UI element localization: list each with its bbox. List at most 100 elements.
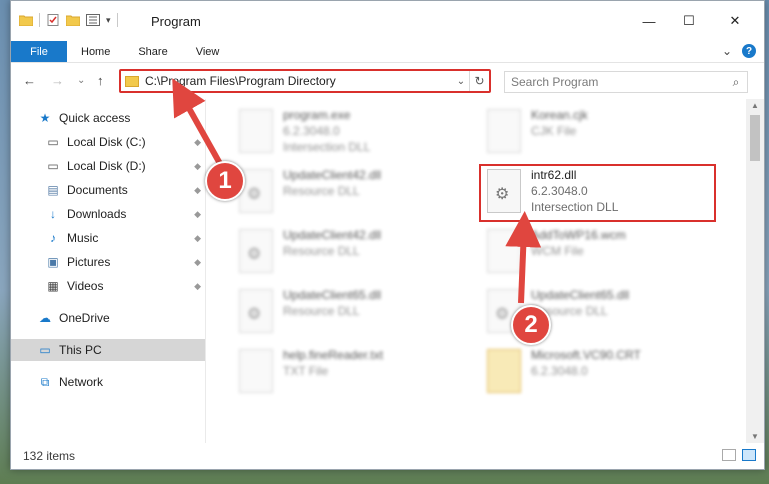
star-icon: ★ bbox=[39, 111, 51, 125]
sidebar-item-label: Network bbox=[59, 375, 104, 389]
chevron-down-icon[interactable]: ⌄ bbox=[453, 76, 469, 87]
file-name: help.fineReader.txt bbox=[283, 348, 384, 362]
pin-icon: ◆ bbox=[194, 256, 201, 267]
file-item[interactable]: AddToWP16.wcm WCM File bbox=[481, 225, 711, 283]
file-icon bbox=[487, 229, 521, 273]
address-path[interactable]: C:\Program Files\Program Directory bbox=[145, 74, 453, 88]
sidebar-item-videos[interactable]: ▦ Videos ◆ bbox=[11, 275, 205, 297]
help-icon[interactable]: ? bbox=[742, 44, 756, 58]
sidebar-item-label: Pictures bbox=[67, 255, 111, 269]
search-input[interactable] bbox=[511, 75, 725, 89]
file-item[interactable]: Microsoft.VC90.CRT 6.2.3048.0 bbox=[481, 345, 711, 403]
minimize-button[interactable]: — bbox=[629, 9, 669, 33]
folder-icon bbox=[487, 349, 521, 393]
tab-view[interactable]: View bbox=[182, 41, 234, 62]
sidebar-item-local-disk-c[interactable]: ▭ Local Disk (C:) ◆ bbox=[11, 131, 205, 153]
tab-file[interactable]: File bbox=[11, 41, 67, 62]
sidebar-item-documents[interactable]: ▤ Documents ◆ bbox=[11, 179, 205, 201]
pictures-icon: ▣ bbox=[47, 255, 59, 269]
pin-icon: ◆ bbox=[194, 232, 201, 243]
scroll-down-icon[interactable]: ▼ bbox=[751, 432, 759, 441]
pin-icon: ◆ bbox=[194, 136, 201, 147]
details-view-icon[interactable] bbox=[722, 449, 736, 461]
divider bbox=[116, 13, 118, 27]
pin-icon: ◆ bbox=[194, 184, 201, 195]
sidebar-item-label: Local Disk (D:) bbox=[67, 159, 146, 173]
gear-icon: ⚙ bbox=[247, 246, 262, 263]
file-name: program.exe bbox=[283, 108, 351, 122]
item-count: 132 items bbox=[23, 449, 76, 463]
folder-icon[interactable] bbox=[19, 14, 33, 26]
status-bar: 132 items bbox=[11, 443, 764, 469]
file-list: program.exe 6.2.3048.0 Intersection DLL … bbox=[207, 99, 742, 443]
recent-locations-icon[interactable]: ⌄ bbox=[77, 75, 85, 86]
file-item[interactable]: ⚙ UpdateClient42.dll Resource DLL bbox=[233, 225, 463, 283]
download-icon: ↓ bbox=[50, 207, 56, 221]
file-name: Microsoft.VC90.CRT bbox=[531, 348, 641, 362]
exe-file-icon bbox=[239, 109, 273, 153]
sidebar-item-pictures[interactable]: ▣ Pictures ◆ bbox=[11, 251, 205, 273]
pin-icon: ◆ bbox=[194, 208, 201, 219]
new-folder-icon[interactable] bbox=[66, 14, 80, 26]
file-name: UpdateClient65.dll bbox=[283, 288, 382, 302]
divider bbox=[39, 13, 40, 27]
close-button[interactable]: ✕ bbox=[715, 9, 755, 33]
sidebar-item-label: Quick access bbox=[59, 111, 131, 125]
search-box[interactable]: ⌕ bbox=[504, 71, 748, 93]
text-file-icon bbox=[239, 349, 273, 393]
sidebar-item-onedrive[interactable]: ☁ OneDrive bbox=[11, 307, 205, 329]
computer-icon: ▭ bbox=[39, 343, 51, 357]
ribbon-controls: ⌄ ? bbox=[722, 44, 756, 58]
ribbon-tabs: File Home Share View ⌄ ? bbox=[11, 41, 764, 63]
refresh-icon[interactable]: ↻ bbox=[469, 71, 489, 91]
step-2-badge: 2 bbox=[511, 305, 551, 345]
step-1-badge: 1 bbox=[205, 161, 245, 201]
scroll-thumb[interactable] bbox=[750, 115, 760, 161]
file-item[interactable]: ⚙ UpdateClient65.dll Resource DLL bbox=[233, 285, 463, 343]
drive-icon: ▭ bbox=[47, 135, 59, 149]
sidebar-item-music[interactable]: ♪ Music ◆ bbox=[11, 227, 205, 249]
properties-icon[interactable] bbox=[46, 14, 60, 26]
quick-access-toolbar: ▾ bbox=[19, 13, 118, 27]
documents-icon: ▤ bbox=[47, 183, 59, 197]
file-item[interactable]: program.exe 6.2.3048.0 Intersection DLL bbox=[233, 105, 463, 163]
file-type: WCM File bbox=[531, 244, 584, 258]
sidebar-item-downloads[interactable]: ↓ Downloads ◆ bbox=[11, 203, 205, 225]
navigation-bar: ← → ⌄ ↑ C:\Program Files\Program Directo… bbox=[11, 63, 764, 99]
sidebar-item-label: This PC bbox=[59, 343, 102, 357]
sidebar-item-network[interactable]: ⧉ Network bbox=[11, 371, 205, 393]
file-item[interactable]: help.fineReader.txt TXT File bbox=[233, 345, 463, 403]
cloud-icon: ☁ bbox=[39, 311, 51, 325]
up-arrow-icon[interactable]: ↑ bbox=[97, 73, 104, 88]
gear-icon: ⚙ bbox=[247, 306, 262, 323]
maximize-button[interactable]: ☐ bbox=[669, 9, 709, 33]
forward-arrow-icon[interactable]: → bbox=[51, 73, 64, 88]
sidebar-item-label: Documents bbox=[67, 183, 128, 197]
sidebar-item-label: Local Disk (C:) bbox=[67, 135, 146, 149]
search-icon[interactable]: ⌕ bbox=[725, 75, 747, 90]
expand-ribbon-icon[interactable]: ⌄ bbox=[722, 44, 732, 58]
vertical-scrollbar[interactable]: ▲ ▼ bbox=[746, 99, 764, 443]
tab-share[interactable]: Share bbox=[124, 41, 181, 62]
view-options-icon[interactable] bbox=[86, 14, 100, 26]
navigation-pane: ★ Quick access ▭ Local Disk (C:) ◆ ▭ Loc… bbox=[11, 99, 206, 443]
customize-toolbar-icon[interactable]: ▾ bbox=[106, 15, 111, 26]
tab-home[interactable]: Home bbox=[67, 41, 124, 62]
title-bar: ▾ Program — ☐ ✕ bbox=[11, 1, 764, 41]
music-icon: ♪ bbox=[50, 231, 56, 245]
sidebar-item-local-disk-d[interactable]: ▭ Local Disk (D:) ◆ bbox=[11, 155, 205, 177]
back-arrow-icon[interactable]: ← bbox=[23, 73, 36, 88]
gear-icon: ⚙ bbox=[247, 186, 262, 203]
file-version: 6.2.3048.0 bbox=[283, 124, 340, 138]
address-bar[interactable]: C:\Program Files\Program Directory ⌄ ↻ bbox=[119, 69, 491, 93]
file-name: Korean.cjk bbox=[531, 108, 588, 122]
scroll-up-icon[interactable]: ▲ bbox=[751, 101, 759, 110]
file-item[interactable]: ⚙ UpdateClient42.dll Resource DLL bbox=[233, 165, 463, 223]
file-highlight-box bbox=[479, 164, 716, 222]
sidebar-item-this-pc[interactable]: ▭ This PC bbox=[11, 339, 205, 361]
file-item[interactable]: Korean.cjk CJK File bbox=[481, 105, 711, 163]
large-icons-view-icon[interactable] bbox=[742, 449, 756, 461]
videos-icon: ▦ bbox=[47, 279, 59, 293]
sidebar-item-quick-access[interactable]: ★ Quick access bbox=[11, 107, 205, 129]
file-type: CJK File bbox=[531, 124, 577, 138]
